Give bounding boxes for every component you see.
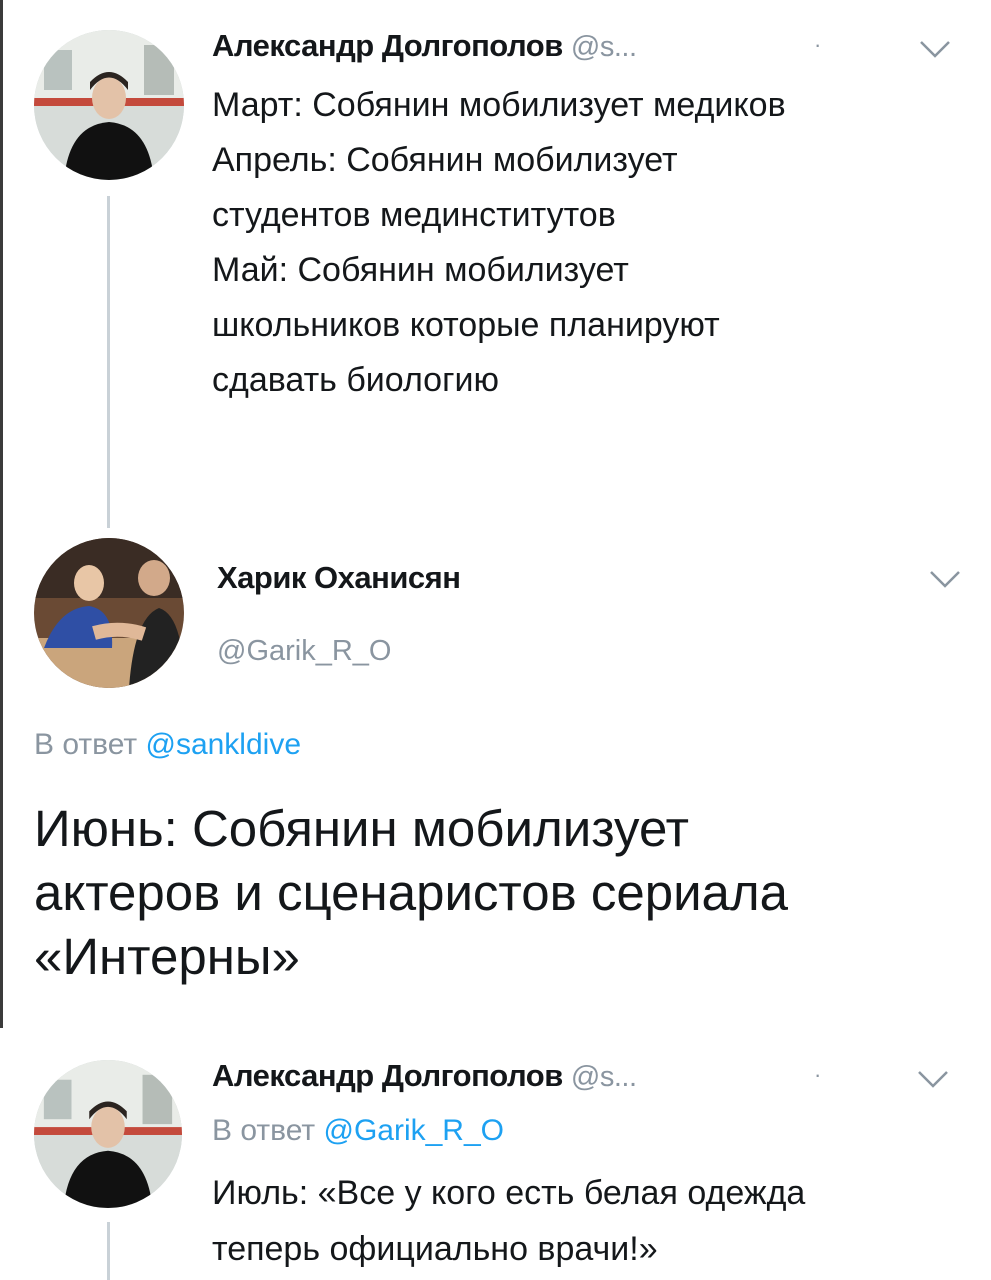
thread-line <box>107 1222 110 1280</box>
author-name[interactable]: Александр Долгополов @s... <box>212 28 637 64</box>
author-name[interactable]: Харик Оханисян <box>217 560 461 596</box>
reply-to-link[interactable]: @Garik_R_O <box>323 1114 504 1147</box>
avatar[interactable] <box>34 30 184 180</box>
reply-to-link[interactable]: @sankldive <box>145 728 301 761</box>
tweet-text: Июль: «Все у кого есть белая одежда тепе… <box>212 1174 806 1268</box>
tweet-text: Март: Собянин мобилизует медиков Апрель:… <box>212 86 786 399</box>
avatar[interactable] <box>34 1060 182 1208</box>
screen-edge <box>0 0 3 1028</box>
separator-dot: · <box>814 1062 822 1087</box>
author-handle[interactable]: @s... <box>571 31 637 63</box>
reply-context: В ответ @Garik_R_O <box>212 1114 504 1147</box>
separator-dot: · <box>814 32 822 57</box>
chevron-down-icon[interactable] <box>916 1068 950 1090</box>
thread-line <box>107 196 110 528</box>
tweet-text: Июнь: Собянин мобилизует актеров и сцена… <box>34 800 789 985</box>
reply-context: В ответ @sankldive <box>34 728 302 761</box>
avatar[interactable] <box>34 538 184 688</box>
chevron-down-icon[interactable] <box>928 568 962 590</box>
author-handle[interactable]: @Garik_R_O <box>217 635 391 668</box>
author-handle[interactable]: @s... <box>571 1061 637 1093</box>
chevron-down-icon[interactable] <box>918 38 952 60</box>
author-name[interactable]: Александр Долгополов @s... <box>212 1058 637 1094</box>
